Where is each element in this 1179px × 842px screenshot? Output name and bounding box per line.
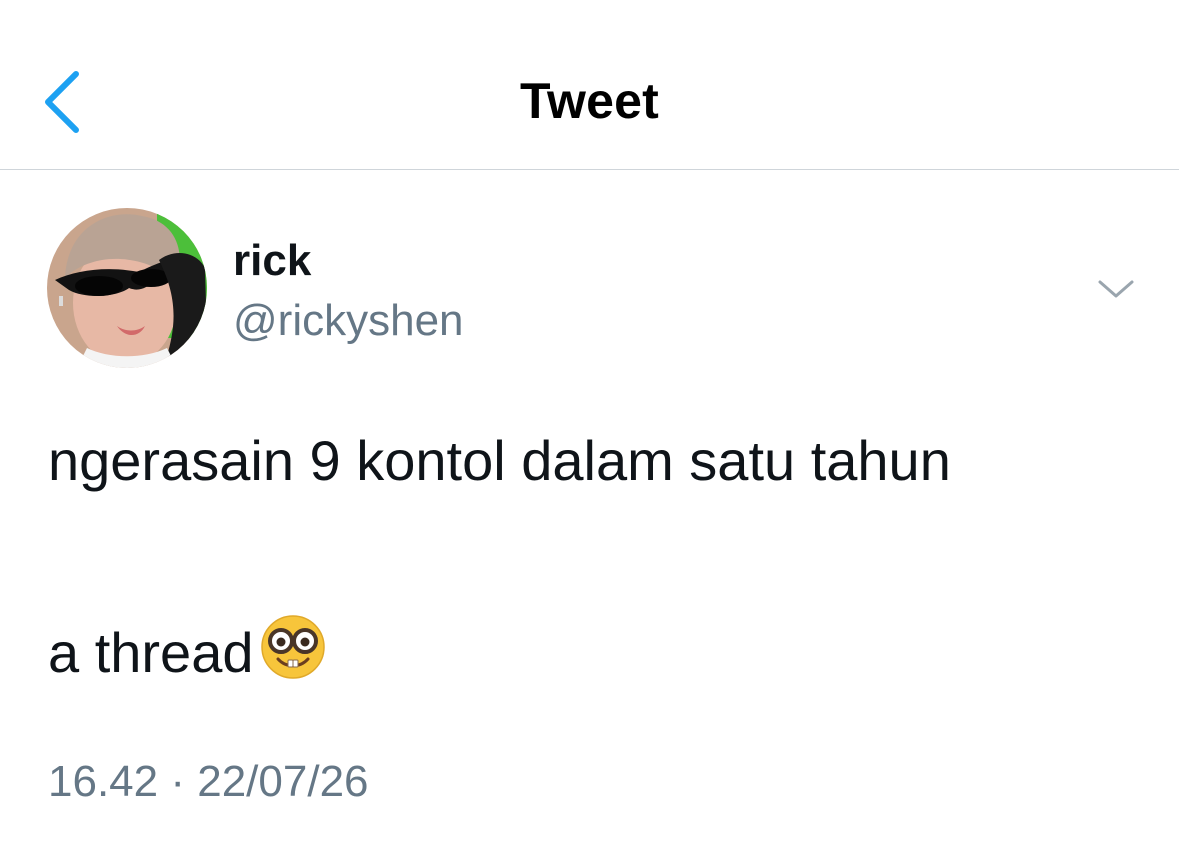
timestamp-separator: · [170, 757, 185, 806]
nerd-face-emoji-icon [260, 615, 325, 679]
chevron-down-icon [1098, 280, 1134, 298]
author-handle[interactable]: @rickyshen [233, 296, 464, 346]
profile-photo [47, 208, 207, 368]
tweet-text-line-content: a thread [48, 621, 254, 684]
tweet-options-button[interactable] [1094, 274, 1138, 304]
avatar[interactable] [47, 208, 207, 368]
author-display-name[interactable]: rick [233, 236, 311, 286]
tweet-author: rick @rickyshen [47, 208, 1147, 370]
tweet-date: 22/07/26 [197, 757, 369, 806]
tweet-timestamp[interactable]: 16.42 · 22/07/26 [48, 757, 369, 807]
tweet-text-line: ngerasain 9 kontol dalam satu tahun [48, 429, 951, 492]
top-navigation-bar: Tweet [0, 0, 1179, 170]
tweet-text-line: a thread [48, 614, 326, 685]
page-title: Tweet [520, 73, 659, 129]
tweet-time: 16.42 [48, 757, 159, 806]
